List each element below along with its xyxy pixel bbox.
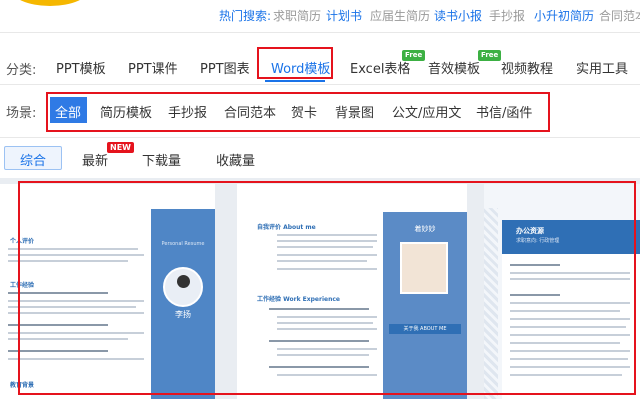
new-badge: NEW [107, 142, 134, 153]
category-item-tools[interactable]: 实用工具 [576, 58, 628, 77]
category-label: 分类: [6, 63, 37, 78]
sort-favorites[interactable]: 收藏量 [216, 150, 255, 169]
scene-item-letters[interactable]: 书信/函件 [476, 102, 532, 121]
hot-search-bar: 热门搜索: 求职简历 计划书 应届生简历 读书小报 手抄报 小升初简历 合同范本 [0, 0, 640, 30]
free-badge: Free [402, 50, 426, 61]
hot-search-item[interactable]: 应届生简历 [370, 7, 430, 24]
hot-search-item[interactable]: 求职简历 [273, 7, 321, 24]
template-grid-highlight [18, 181, 636, 395]
category-item-excel[interactable]: Excel表格 [350, 58, 410, 77]
category-active-underline [265, 80, 325, 82]
hot-search-item[interactable]: 计划书 [326, 7, 362, 24]
scene-item-handwritten-paper[interactable]: 手抄报 [168, 102, 207, 121]
divider [0, 137, 640, 138]
scene-item-all[interactable]: 全部 [55, 102, 81, 121]
hot-search-item[interactable]: 读书小报 [434, 7, 482, 24]
scene-item-contract[interactable]: 合同范本 [224, 102, 276, 121]
category-item-ppt-template[interactable]: PPT模板 [56, 58, 106, 77]
hot-search-label: 热门搜索: [219, 9, 272, 23]
sort-latest[interactable]: 最新 [82, 150, 108, 169]
category-item-word-template[interactable]: Word模板 [271, 58, 330, 77]
category-item-video-tutorial[interactable]: 视频教程 [501, 58, 553, 77]
hot-search-item[interactable]: 小升初简历 [534, 7, 594, 24]
divider [0, 32, 640, 33]
scene-item-official-document[interactable]: 公文/应用文 [392, 102, 461, 121]
scene-item-greeting-card[interactable]: 贺卡 [291, 102, 317, 121]
scene-item-background[interactable]: 背景图 [335, 102, 374, 121]
sort-comprehensive[interactable]: 综合 [20, 150, 46, 169]
divider [0, 84, 640, 85]
category-item-ppt-courseware[interactable]: PPT课件 [128, 58, 178, 77]
hot-search-item[interactable]: 合同范本 [599, 7, 640, 24]
sort-downloads[interactable]: 下载量 [142, 150, 181, 169]
free-badge: Free [478, 50, 502, 61]
category-item-audio[interactable]: 音效模板 [428, 58, 480, 77]
category-item-ppt-chart[interactable]: PPT图表 [200, 58, 250, 77]
hot-search-item[interactable]: 手抄报 [489, 7, 525, 24]
scene-item-resume[interactable]: 简历模板 [100, 102, 152, 121]
scene-label: 场景: [6, 106, 37, 121]
